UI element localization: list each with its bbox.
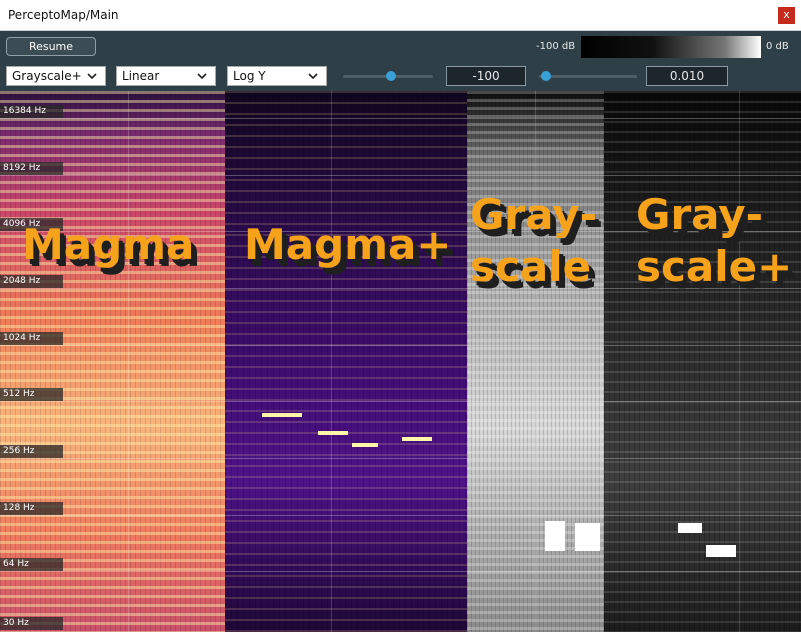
close-button[interactable]: x bbox=[778, 7, 795, 24]
harmonic-trace bbox=[545, 521, 565, 551]
axis-dropdown-value: Log Y bbox=[233, 69, 266, 83]
db-min-label: -100 dB bbox=[536, 41, 576, 52]
harmonic-trace bbox=[352, 443, 378, 447]
slider-track bbox=[539, 75, 637, 78]
grid-line-horizontal bbox=[0, 401, 801, 402]
grid-line-vertical bbox=[128, 91, 129, 632]
magma-plus-label: Magma+ bbox=[244, 220, 452, 269]
grid-line-vertical bbox=[331, 91, 332, 632]
grayscale-label: Gray- scale bbox=[470, 189, 597, 293]
db-max-label: 0 dB bbox=[766, 41, 789, 52]
freq-label: 1024 Hz bbox=[0, 332, 63, 345]
grid-line-horizontal bbox=[0, 118, 801, 119]
grid-line-vertical bbox=[739, 91, 740, 632]
grid-line-horizontal bbox=[0, 345, 801, 346]
chevron-down-icon bbox=[87, 73, 97, 80]
min-db-slider[interactable] bbox=[343, 71, 433, 81]
title-bar: PerceptoMap/Main x bbox=[0, 0, 801, 31]
grid-line-vertical bbox=[535, 91, 536, 632]
freq-label: 8192 Hz bbox=[0, 162, 63, 175]
freq-label: 128 Hz bbox=[0, 502, 63, 515]
grayscale-label-line1: Gray- bbox=[470, 190, 598, 239]
freq-label: 64 Hz bbox=[0, 558, 63, 571]
harmonic-trace bbox=[402, 437, 432, 441]
magma-label: Magma bbox=[22, 220, 195, 269]
harmonic-trace bbox=[318, 431, 348, 435]
grid-line-horizontal bbox=[0, 458, 801, 459]
slider-handle[interactable] bbox=[541, 71, 551, 81]
grid-line-horizontal bbox=[0, 175, 801, 176]
grayscale-label-line2: scale bbox=[470, 242, 592, 291]
gain-value-field[interactable]: 0.010 bbox=[646, 66, 728, 86]
harmonic-trace bbox=[678, 523, 702, 533]
grayscale-plus-label-line2: scale+ bbox=[636, 242, 793, 291]
freq-label: 30 Hz bbox=[0, 617, 63, 630]
magma-plus-panel bbox=[225, 91, 467, 632]
chevron-down-icon bbox=[197, 73, 207, 80]
grayscale-plus-label-line1: Gray- bbox=[636, 190, 764, 239]
colormap-dropdown[interactable]: Grayscale+ bbox=[6, 66, 106, 86]
chevron-down-icon bbox=[308, 73, 318, 80]
freq-label: 16384 Hz bbox=[0, 105, 63, 118]
colormap-dropdown-value: Grayscale+ bbox=[12, 69, 82, 83]
min-db-value-field[interactable]: -100 bbox=[446, 66, 526, 86]
grid-line-horizontal bbox=[0, 571, 801, 572]
scale-dropdown-value: Linear bbox=[122, 69, 160, 83]
resume-button[interactable]: Resume bbox=[6, 37, 96, 56]
grid-line-horizontal bbox=[0, 515, 801, 516]
gain-slider[interactable] bbox=[539, 71, 637, 81]
db-gradient-bar bbox=[581, 36, 761, 58]
harmonic-trace bbox=[575, 523, 600, 551]
grayscale-plus-panel bbox=[604, 91, 801, 632]
window-title: PerceptoMap/Main bbox=[8, 8, 119, 22]
spectrogram-view[interactable]: 16384 Hz 8192 Hz 4096 Hz 2048 Hz 1024 Hz… bbox=[0, 91, 801, 632]
axis-dropdown[interactable]: Log Y bbox=[227, 66, 327, 86]
slider-handle[interactable] bbox=[386, 71, 396, 81]
harmonic-trace bbox=[706, 545, 736, 557]
scale-dropdown[interactable]: Linear bbox=[116, 66, 216, 86]
freq-label: 512 Hz bbox=[0, 388, 63, 401]
freq-label: 256 Hz bbox=[0, 445, 63, 458]
toolbar: Resume -100 dB 0 dB Grayscale+ Linear Lo… bbox=[0, 31, 801, 91]
harmonic-trace bbox=[262, 413, 302, 417]
freq-label: 2048 Hz bbox=[0, 275, 63, 288]
grayscale-plus-label: Gray- scale+ bbox=[636, 189, 792, 293]
